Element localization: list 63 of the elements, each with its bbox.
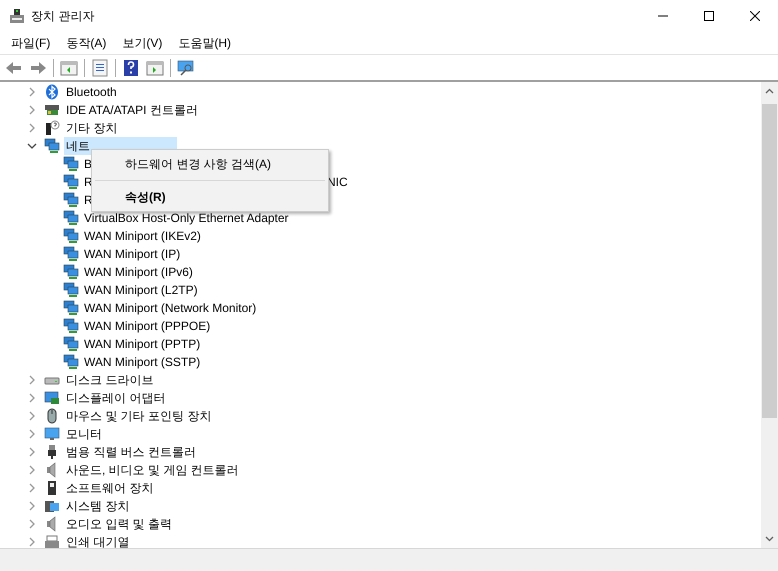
collapse-chevron-icon[interactable] bbox=[27, 141, 37, 151]
device-item[interactable]: WAN Miniport (L2TP) bbox=[84, 281, 198, 299]
system-folder-icon bbox=[44, 498, 60, 514]
scroll-up-icon[interactable] bbox=[765, 88, 774, 94]
device-category[interactable]: 시스템 장치 bbox=[64, 497, 132, 515]
network-computer-icon bbox=[63, 246, 79, 262]
scroll-down-icon[interactable] bbox=[765, 536, 774, 542]
device-category[interactable]: 기타 장치 bbox=[64, 119, 120, 137]
context-menu-item[interactable]: 속성(R) bbox=[92, 186, 328, 208]
device-item[interactable]: WAN Miniport (PPPOE) bbox=[84, 317, 210, 335]
device-category[interactable]: 사운드, 비디오 및 게임 컨트롤러 bbox=[64, 461, 241, 479]
device-category[interactable]: 마우스 및 기타 포인팅 장치 bbox=[64, 407, 214, 425]
close-icon bbox=[750, 10, 760, 20]
device-category[interactable]: 오디오 입력 및 출력 bbox=[64, 515, 174, 533]
controller-card-icon bbox=[44, 102, 60, 118]
device-item[interactable]: WAN Miniport (PPTP) bbox=[84, 335, 200, 353]
device-item[interactable]: WAN Miniport (SSTP) bbox=[84, 353, 200, 371]
scrollbar-thumb[interactable] bbox=[762, 104, 777, 418]
device-category[interactable]: 모니터 bbox=[64, 425, 104, 443]
run-console-icon[interactable] bbox=[146, 58, 164, 76]
menu-item[interactable]: 동작(A) bbox=[59, 34, 114, 52]
device-category[interactable]: 범용 직렬 버스 컨트롤러 bbox=[64, 443, 198, 461]
printer-icon bbox=[44, 534, 60, 548]
network-computer-icon bbox=[44, 138, 60, 154]
device-category[interactable]: 디스플레이 어댑터 bbox=[64, 389, 168, 407]
console-tree-icon[interactable] bbox=[60, 58, 78, 76]
menu-item[interactable]: 파일(F) bbox=[4, 34, 58, 52]
device-item[interactable]: WAN Miniport (IPv6) bbox=[84, 263, 193, 281]
device-item[interactable]: WAN Miniport (IKEv2) bbox=[84, 227, 201, 245]
network-computer-icon bbox=[63, 282, 79, 298]
device-category[interactable]: 디스크 드라이브 bbox=[64, 371, 156, 389]
network-computer-icon bbox=[63, 354, 79, 370]
device-category[interactable]: 인쇄 대기열 bbox=[64, 533, 132, 548]
display-card-icon bbox=[44, 390, 60, 406]
network-computer-icon bbox=[63, 264, 79, 280]
device-category[interactable]: IDE ATA/ATAPI 컨트롤러 bbox=[64, 101, 200, 119]
device-manager-icon bbox=[9, 8, 25, 24]
unknown-device-icon bbox=[44, 120, 60, 136]
device-item[interactable]: WAN Miniport (Network Monitor) bbox=[84, 299, 256, 317]
network-computer-icon bbox=[63, 174, 79, 190]
network-computer-icon bbox=[63, 336, 79, 352]
bluetooth-icon bbox=[44, 84, 60, 100]
network-computer-icon bbox=[63, 210, 79, 226]
properties-sheet-icon[interactable] bbox=[91, 58, 109, 76]
help-icon[interactable] bbox=[122, 58, 140, 76]
menu-item[interactable]: 보기(V) bbox=[115, 34, 170, 52]
network-computer-icon bbox=[63, 228, 79, 244]
device-category[interactable]: Bluetooth bbox=[64, 83, 119, 101]
scrollbar[interactable] bbox=[761, 82, 778, 548]
device-category[interactable]: 소프트웨어 장치 bbox=[64, 479, 156, 497]
menu-item[interactable]: 도움말(H) bbox=[171, 34, 238, 52]
network-computer-icon bbox=[63, 318, 79, 334]
context-menu-item[interactable]: 하드웨어 변경 사항 검색(A) bbox=[92, 153, 328, 175]
monitor-icon bbox=[44, 426, 60, 442]
window-title: 장치 관리자 bbox=[31, 8, 94, 24]
network-computer-icon bbox=[63, 192, 79, 208]
device-item[interactable]: VirtualBox Host-Only Ethernet Adapter bbox=[84, 209, 289, 227]
network-computer-icon bbox=[63, 300, 79, 316]
maximize-icon bbox=[704, 10, 714, 20]
scan-monitor-icon[interactable] bbox=[177, 58, 195, 76]
device-item[interactable]: WAN Miniport (IP) bbox=[84, 245, 180, 263]
network-computer-icon bbox=[63, 156, 79, 172]
device-item[interactable]: B bbox=[84, 155, 92, 173]
